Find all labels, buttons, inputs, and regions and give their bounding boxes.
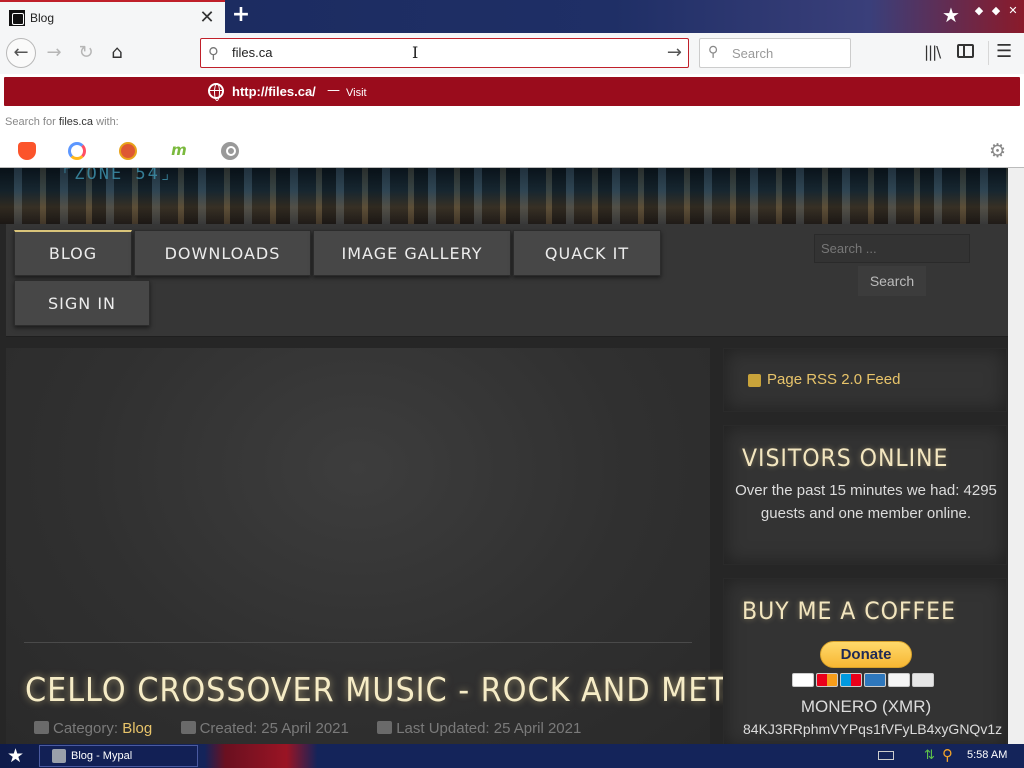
search-engine-icon[interactable] [221,142,239,160]
forward-button[interactable]: → [40,39,68,67]
back-button[interactable]: ← [6,38,36,68]
calendar-icon [180,721,196,734]
hamburger-menu-button[interactable]: ☰ [996,41,1012,62]
search-with-label: Search for files.ca with: [5,116,119,128]
payment-cards [792,673,934,687]
calendar-icon [377,721,393,734]
go-arrow-button[interactable]: → [667,42,682,63]
window-close-icon[interactable]: ✕ [1006,4,1020,18]
text-cursor-icon: I [412,43,419,62]
site-favicon-icon [9,9,25,26]
keyboard-icon[interactable] [878,751,894,760]
navigation-toolbar: ← → ↻ ⌂ ⚲ files.ca I → ⚲ Search |||\ ☰ [0,33,1024,74]
duckduckgo-icon[interactable] [119,142,137,160]
menu-item-blog[interactable]: BLOG [14,230,132,276]
close-icon[interactable]: ✕ [197,7,217,28]
amex-card-icon [864,673,886,687]
visitors-title: VISITORS ONLINE [742,444,949,472]
monero-label: MONERO (XMR) [800,697,932,716]
menu-item-quack-it[interactable]: QUACK IT [513,230,661,276]
visa-card-icon [792,673,814,687]
site-logo[interactable]: ⌜ZONE 54⌟ [62,168,172,184]
generic-card-icon [912,673,934,687]
coffee-widget: BUY ME A COFFEE Donate MONERO (XMR) 84KJ… [723,578,1007,744]
url-autocomplete-popup: http://files.ca/ — Visit Search for file… [0,74,1024,168]
category-link[interactable]: Blog [122,720,152,737]
article-title[interactable]: CELLO CROSSOVER MUSIC - ROCK AND METAL [25,670,765,709]
suggestion-action: Visit [346,87,367,99]
visitors-widget: VISITORS ONLINE Over the past 15 minutes… [723,425,1007,565]
category-label: Category: [53,720,123,737]
suggestion-separator: — [327,83,340,98]
article-panel: CELLO CROSSOVER MUSIC - ROCK AND METAL C… [6,348,764,744]
tab-title: Blog [30,10,55,25]
taskbar: ★ Blog - Mypal ⇅ ⚲ 5:58 AM [0,744,1024,768]
site-banner: ⌜ZONE 54⌟ [0,168,1008,224]
maestro-card-icon [840,673,862,687]
menu-item-sign-in[interactable]: SIGN IN [14,280,150,326]
taskbar-window-label: Blog - Mypal [71,750,133,762]
updated-date: Last Updated: 25 April 2021 [396,720,582,737]
qwant-icon[interactable] [68,142,86,160]
divider [24,642,692,643]
sidebar-button[interactable] [957,44,974,58]
search-icon: ⚲ [208,44,219,62]
site-navigation: BLOG DOWNLOADS IMAGE GALLERY QUACK IT SI… [6,224,1008,337]
search-input[interactable]: Search [732,46,773,61]
mastercard-icon [816,673,838,687]
rss-widget: Page RSS 2.0 Feed [723,348,1007,412]
home-button[interactable]: ⌂ [103,39,131,67]
search-icon[interactable]: ⚲ [942,746,953,764]
visitors-text: Over the past 15 minutes we had: 4295 gu… [735,482,997,522]
gear-icon[interactable]: ⚙ [989,140,1006,162]
donate-button[interactable]: Donate [820,641,912,668]
page-content: ⌜ZONE 54⌟ BLOG DOWNLOADS IMAGE GALLERY Q… [0,168,1024,744]
brave-icon[interactable] [18,142,36,160]
menu-item-downloads[interactable]: DOWNLOADS [134,230,311,276]
network-icon[interactable]: ⇅ [924,748,935,763]
rss-icon [748,374,761,387]
window-menu-star-icon[interactable]: ★ [942,5,960,25]
tab-strip: Blog ✕ + ★ ◆ ◆ ✕ [0,0,1024,33]
window-maximize-icon[interactable]: ◆ [989,4,1003,18]
article-meta: Category: Blog Created: 25 April 2021 La… [34,720,581,737]
toolbar-divider [988,41,989,65]
search-bar[interactable]: ⚲ Search [699,38,851,68]
search-icon: ⚲ [708,44,719,60]
rss-feed-link[interactable]: Page RSS 2.0 Feed [767,371,900,388]
start-menu-star-icon[interactable]: ★ [7,746,24,766]
mojeek-icon[interactable]: m [170,142,188,160]
new-tab-button[interactable]: + [229,4,253,28]
folder-icon [34,721,49,734]
library-button[interactable]: |||\ [924,43,941,61]
coffee-title: BUY ME A COFFEE [742,597,956,625]
url-input[interactable]: files.ca [232,45,272,60]
page-scrollbar[interactable] [1008,168,1024,744]
suggestion-url: http://files.ca/ [232,84,316,99]
reload-button[interactable]: ↻ [72,39,100,67]
browser-app-icon [52,749,66,763]
url-suggestion-row[interactable]: http://files.ca/ — Visit [4,77,1020,106]
tab-blog[interactable]: Blog ✕ [0,0,225,33]
globe-icon [208,83,224,101]
system-clock[interactable]: 5:58 AM [967,749,1007,761]
url-bar[interactable]: ⚲ files.ca I → [200,38,689,68]
monero-address[interactable]: 84KJ3RRphmVYPqs1fVFyLB4xyGNQv1z [743,721,1002,737]
menu-item-image-gallery[interactable]: IMAGE GALLERY [313,230,511,276]
discover-card-icon [888,673,910,687]
taskbar-window-button[interactable]: Blog - Mypal [39,745,198,767]
site-search-input[interactable]: Search ... [814,234,970,263]
created-date: Created: 25 April 2021 [199,720,349,737]
site-search-button[interactable]: Search [858,266,926,296]
window-minimize-icon[interactable]: ◆ [972,4,986,18]
